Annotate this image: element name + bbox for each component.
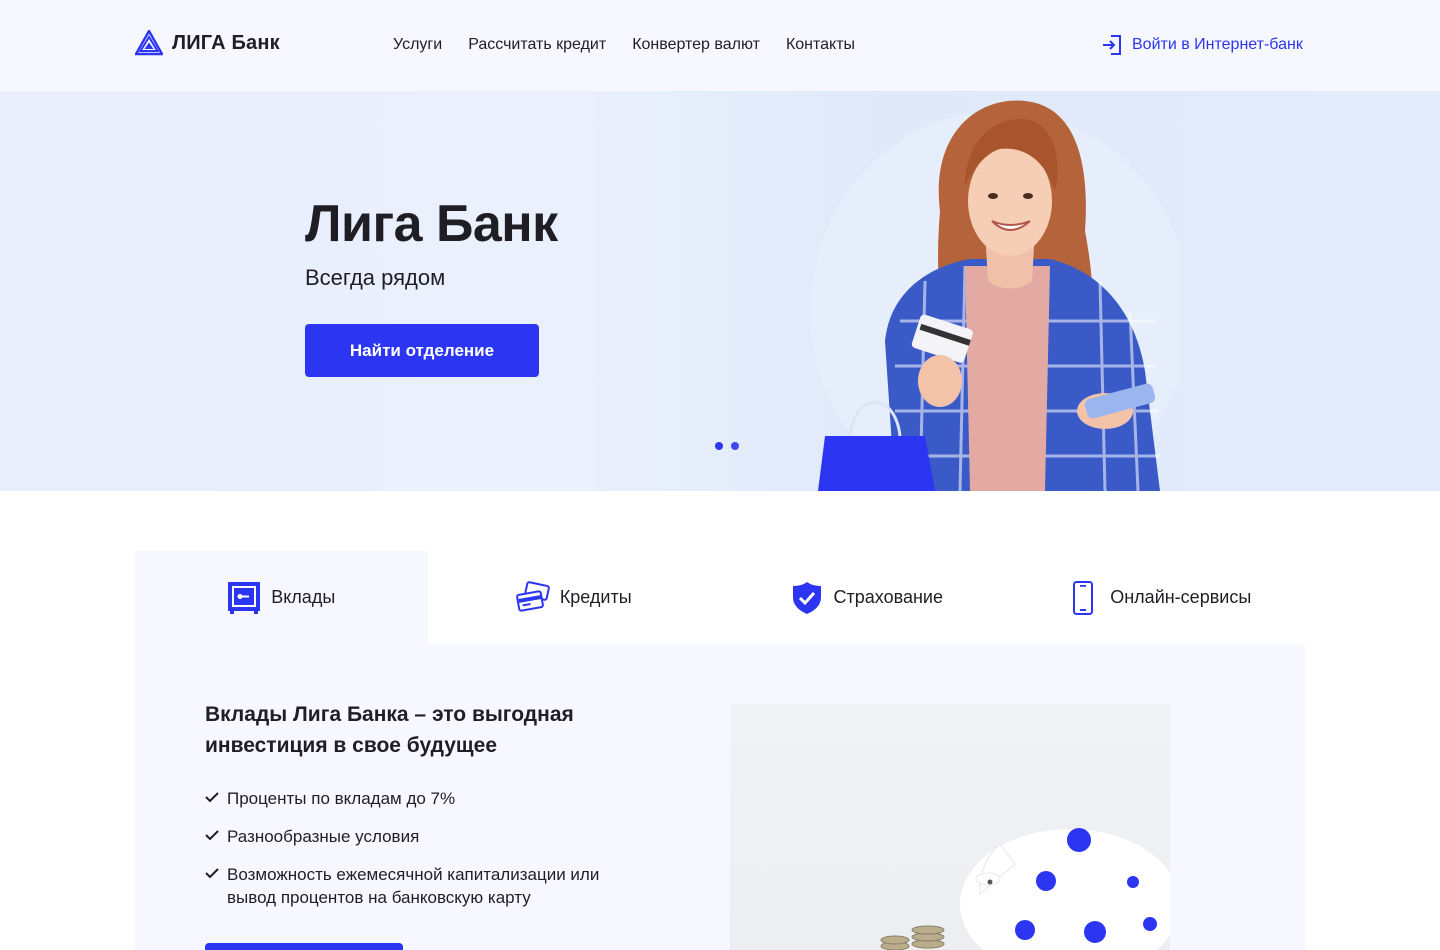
panel-more-button[interactable] [205, 943, 403, 950]
find-branch-button[interactable]: Найти отделение [305, 324, 539, 377]
feature-item: Возможность ежемесячной капитализации ил… [205, 863, 625, 909]
tab-insurance[interactable]: Страхование [720, 551, 1013, 644]
check-icon [205, 868, 219, 879]
feature-text: Разнообразные условия [227, 827, 420, 846]
hero-person-image [810, 100, 1180, 491]
slider-dots [715, 442, 739, 450]
deposits-title: Вклады Лига Банка – это выгодная инвести… [205, 703, 574, 757]
logo[interactable]: ЛИГА Банк [135, 28, 280, 58]
logo-text: ЛИГА Банк [172, 31, 280, 54]
feature-text: Проценты по вкладам до 7% [227, 789, 456, 808]
hero-title: Лига Банк [305, 195, 558, 253]
login-icon [1103, 35, 1121, 55]
phone-icon [1073, 580, 1094, 615]
check-icon [205, 830, 219, 841]
hero-subtitle: Всегда рядом [305, 265, 446, 290]
check-icon [205, 792, 219, 803]
logo-triangle-icon [135, 30, 163, 56]
nav-link-credit-calculator[interactable]: Рассчитать кредит [468, 36, 606, 54]
cards-icon [515, 580, 550, 612]
tab-online-services-label: Онлайн-сервисы [1110, 587, 1252, 607]
tab-online-services[interactable]: Онлайн-сервисы [1013, 551, 1306, 644]
nav-link-currency-converter[interactable]: Конвертер валют [632, 36, 760, 54]
feature-item: Проценты по вкладам до 7% [205, 787, 625, 810]
vault-icon [228, 581, 261, 614]
main-nav: Услуги Рассчитать кредит Конвертер валют… [393, 36, 855, 54]
login-label: Войти в Интернет-банк [1132, 36, 1303, 53]
deposits-panel: Вклады Лига Банка – это выгодная инвести… [135, 644, 1305, 950]
deposits-features-list: Проценты по вкладам до 7% Разнообразные … [205, 787, 625, 924]
shield-check-icon [792, 581, 821, 614]
feature-text: Возможность ежемесячной капитализации ил… [227, 865, 600, 907]
hero-slider: Лига Банк Всегда рядом Найти отделение [0, 91, 1440, 491]
tab-deposits-label: Вклады [271, 587, 336, 607]
piggy-bank-illustration [880, 828, 1170, 950]
feature-item: Разнообразные условия [205, 825, 625, 848]
piggy-bank-image [730, 704, 1170, 950]
tab-insurance-label: Страхование [833, 587, 943, 607]
tab-credits[interactable]: Кредиты [428, 551, 721, 644]
slider-dot-2[interactable] [731, 442, 739, 450]
site-header: ЛИГА Банк Услуги Рассчитать кредит Конве… [0, 0, 1440, 91]
login-link[interactable]: Войти в Интернет-банк [1100, 33, 1303, 57]
nav-link-contacts[interactable]: Контакты [786, 36, 855, 54]
tab-credits-label: Кредиты [559, 587, 632, 607]
slider-dot-1[interactable] [715, 442, 723, 450]
tab-deposits[interactable]: Вклады [135, 551, 428, 644]
nav-link-services[interactable]: Услуги [393, 36, 442, 54]
services-tabs: Вклады Кредиты Страхование Онлайн-сервис… [135, 551, 1305, 644]
